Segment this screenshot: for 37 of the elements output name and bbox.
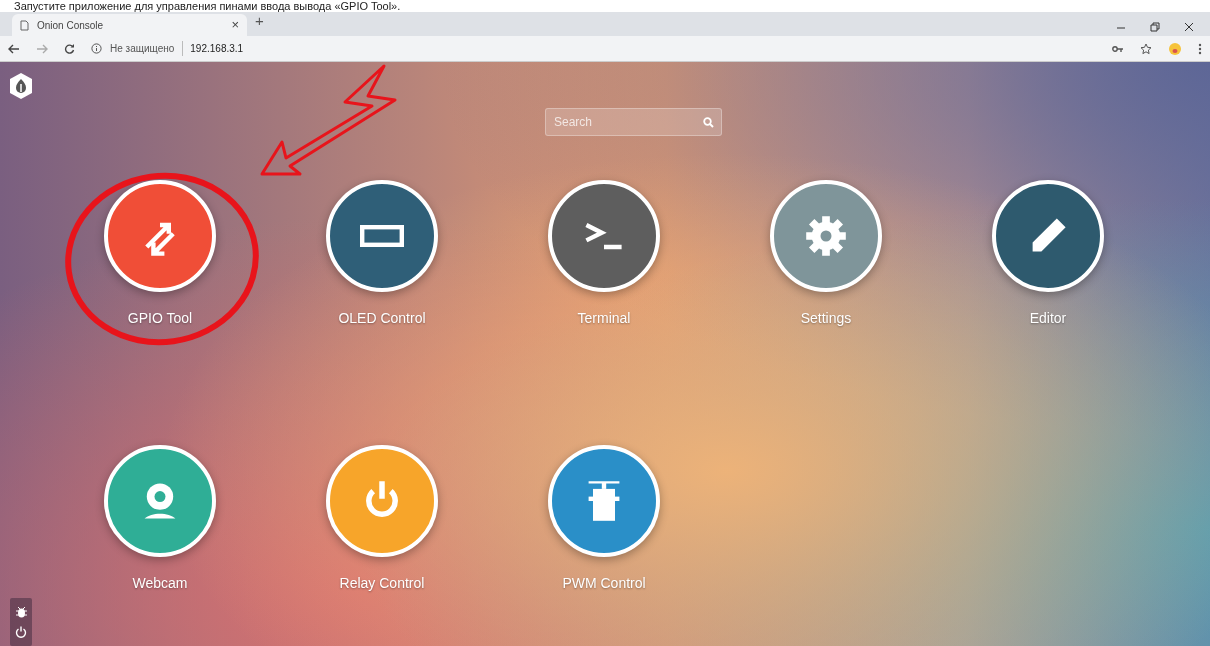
app-label[interactable]: OLED Control (338, 308, 426, 329)
app-button[interactable] (548, 180, 660, 292)
close-icon[interactable] (1184, 22, 1194, 32)
app-label[interactable]: Relay Control (339, 573, 425, 594)
star-icon[interactable] (1140, 42, 1152, 55)
browser-tab[interactable]: Onion Console × (12, 14, 247, 36)
back-icon[interactable] (8, 43, 20, 54)
app-button[interactable] (992, 180, 1104, 292)
app-button[interactable] (548, 445, 660, 557)
app-button[interactable] (104, 180, 216, 292)
app-button[interactable] (326, 180, 438, 292)
app-button[interactable] (770, 180, 882, 292)
app-label[interactable]: Editor (1029, 308, 1067, 329)
key-icon[interactable] (1112, 44, 1124, 53)
app-label[interactable]: Terminal (577, 308, 631, 329)
app-button[interactable] (326, 445, 438, 557)
onion-logo-icon[interactable] (8, 72, 34, 100)
restore-icon[interactable] (1150, 22, 1160, 32)
app-button[interactable] (104, 445, 216, 557)
info-icon[interactable] (91, 43, 102, 54)
app-label[interactable]: Settings (800, 308, 852, 329)
app-label[interactable]: Webcam (132, 573, 188, 594)
tab-title: Onion Console (37, 18, 105, 33)
menu-icon[interactable] (1198, 42, 1202, 55)
emoji-icon[interactable] (1168, 41, 1182, 56)
bug-icon[interactable] (15, 606, 27, 618)
app-label[interactable]: PWM Control (562, 573, 646, 594)
new-tab-button[interactable]: + (255, 9, 264, 32)
app-label[interactable]: GPIO Tool (127, 308, 193, 329)
caption-text: Запустите приложение для управления пинами ввода вывода «GPIO Tool». (13, 0, 402, 12)
settings-icon (804, 214, 848, 258)
power-icon[interactable] (15, 626, 27, 638)
security-label: Не защищено (110, 42, 175, 56)
tab-close-button[interactable]: × (231, 15, 239, 35)
url-text[interactable]: 192.168.3.1 (182, 41, 244, 56)
page-icon (20, 19, 29, 31)
reload-icon[interactable] (64, 43, 75, 54)
